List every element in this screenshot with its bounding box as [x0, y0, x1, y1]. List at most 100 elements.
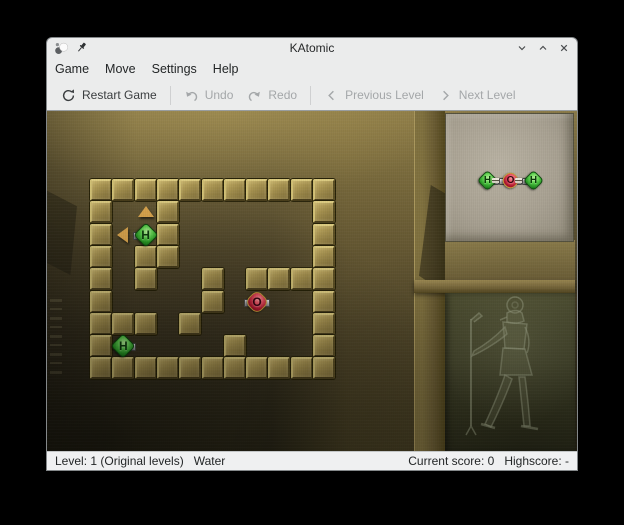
highscore-label: Highscore: -: [504, 454, 569, 468]
wall-niche-decor: [47, 189, 77, 275]
window-controls: [515, 41, 570, 54]
wall-tile: [291, 357, 313, 379]
undo-icon: [184, 88, 199, 103]
level-label: Level: 1 (Original levels): [55, 454, 184, 468]
wall-tile: [135, 357, 157, 379]
undo-button[interactable]: Undo: [177, 85, 241, 106]
current-score-label: Current score: 0: [408, 454, 494, 468]
toolbar-separator: [170, 86, 171, 105]
atom-symbol: O: [246, 291, 268, 313]
redo-icon: [247, 88, 262, 103]
stone-wall-decor: [445, 240, 575, 282]
wall-tile: [202, 179, 224, 201]
restart-game-button[interactable]: Restart Game: [54, 85, 164, 106]
preview-atom-h: H: [524, 171, 543, 190]
window-title: KAtomic: [47, 41, 577, 55]
wall-tile: [313, 201, 335, 223]
atom-symbol: H: [524, 171, 543, 190]
wall-tile: [268, 357, 290, 379]
wall-tile: [90, 357, 112, 379]
wall-tile: [135, 246, 157, 268]
wall-tile: [90, 179, 112, 201]
wall-tile: [179, 357, 201, 379]
hieroglyph-marks: [50, 299, 62, 379]
next-level-button[interactable]: Next Level: [431, 85, 523, 106]
wall-tile: [224, 357, 246, 379]
wall-tile: [246, 357, 268, 379]
redo-button[interactable]: Redo: [240, 85, 304, 106]
atom-h[interactable]: H: [135, 224, 157, 246]
chevron-left-icon: [324, 88, 339, 103]
wall-tile: [313, 268, 335, 290]
wall-tile: [135, 313, 157, 335]
wall-tile: [135, 268, 157, 290]
game-view: HOH HOH: [47, 110, 577, 451]
wall-tile: [90, 246, 112, 268]
wall-tile: [179, 313, 201, 335]
menu-game[interactable]: Game: [47, 59, 97, 79]
toolbar-button-label: Restart Game: [82, 88, 157, 102]
wall-tile: [112, 357, 134, 379]
wall-tile: [268, 268, 290, 290]
move-left-arrow[interactable]: [117, 227, 128, 243]
wall-tile: [313, 335, 335, 357]
status-bar: Level: 1 (Original levels) Water Current…: [47, 451, 577, 470]
maximize-button[interactable]: [536, 41, 549, 54]
molecule-name-label: Water: [194, 454, 226, 468]
wall-tile: [313, 246, 335, 268]
wall-tile: [268, 179, 290, 201]
minimize-button[interactable]: [515, 41, 528, 54]
wall-tile: [246, 179, 268, 201]
wall-tile: [202, 268, 224, 290]
wall-tile: [313, 224, 335, 246]
previous-level-button[interactable]: Previous Level: [317, 85, 431, 106]
wall-tile: [313, 357, 335, 379]
wall-tile: [246, 268, 268, 290]
move-up-arrow[interactable]: [138, 206, 154, 217]
wall-tile: [112, 313, 134, 335]
pin-icon[interactable]: [75, 41, 88, 54]
toolbar-button-label: Next Level: [459, 88, 516, 102]
wall-tile: [157, 201, 179, 223]
restart-icon: [61, 88, 76, 103]
menu-bar: GameMoveSettingsHelp: [47, 57, 577, 80]
atom-symbol: H: [135, 224, 157, 246]
wall-tile: [90, 224, 112, 246]
stone-beam-decor: [414, 280, 575, 293]
menu-settings[interactable]: Settings: [144, 59, 205, 79]
score-area: Current score: 0 Highscore: -: [408, 454, 569, 468]
egyptian-figure-art: [445, 293, 575, 451]
wall-tile: [112, 179, 134, 201]
wall-tile: [179, 179, 201, 201]
wall-tile: [202, 291, 224, 313]
wall-tile: [90, 335, 112, 357]
wall-tile: [157, 224, 179, 246]
wall-tile: [224, 335, 246, 357]
app-icon[interactable]: [54, 41, 68, 55]
toolbar: Restart Game Undo Redo Previous Level Next L…: [47, 80, 577, 110]
wall-tile: [313, 313, 335, 335]
atom-h[interactable]: H: [112, 335, 134, 357]
wall-tile: [202, 357, 224, 379]
wall-tile: [135, 179, 157, 201]
toolbar-button-label: Redo: [268, 88, 297, 102]
wall-tile: [157, 357, 179, 379]
wall-tile: [157, 179, 179, 201]
wall-tile: [90, 268, 112, 290]
wall-tile: [313, 291, 335, 313]
titlebar-icons: [54, 41, 88, 55]
wall-tile: [291, 268, 313, 290]
wall-tile: [90, 313, 112, 335]
desktop-background: { "titlebar": { "title": "KAtomic", "con…: [0, 0, 624, 525]
menu-move[interactable]: Move: [97, 59, 144, 79]
atom-symbol: H: [112, 335, 134, 357]
menu-help[interactable]: Help: [205, 59, 247, 79]
chevron-right-icon: [438, 88, 453, 103]
wall-tile: [90, 201, 112, 223]
atom-o[interactable]: O: [246, 291, 268, 313]
close-button[interactable]: [557, 41, 570, 54]
toolbar-button-label: Previous Level: [345, 88, 424, 102]
katomic-window: KAtomic GameMoveSettingsHelp Restart Gam…: [47, 38, 577, 470]
title-bar[interactable]: KAtomic: [47, 38, 577, 57]
molecule-preview-panel: HOH: [445, 113, 574, 242]
